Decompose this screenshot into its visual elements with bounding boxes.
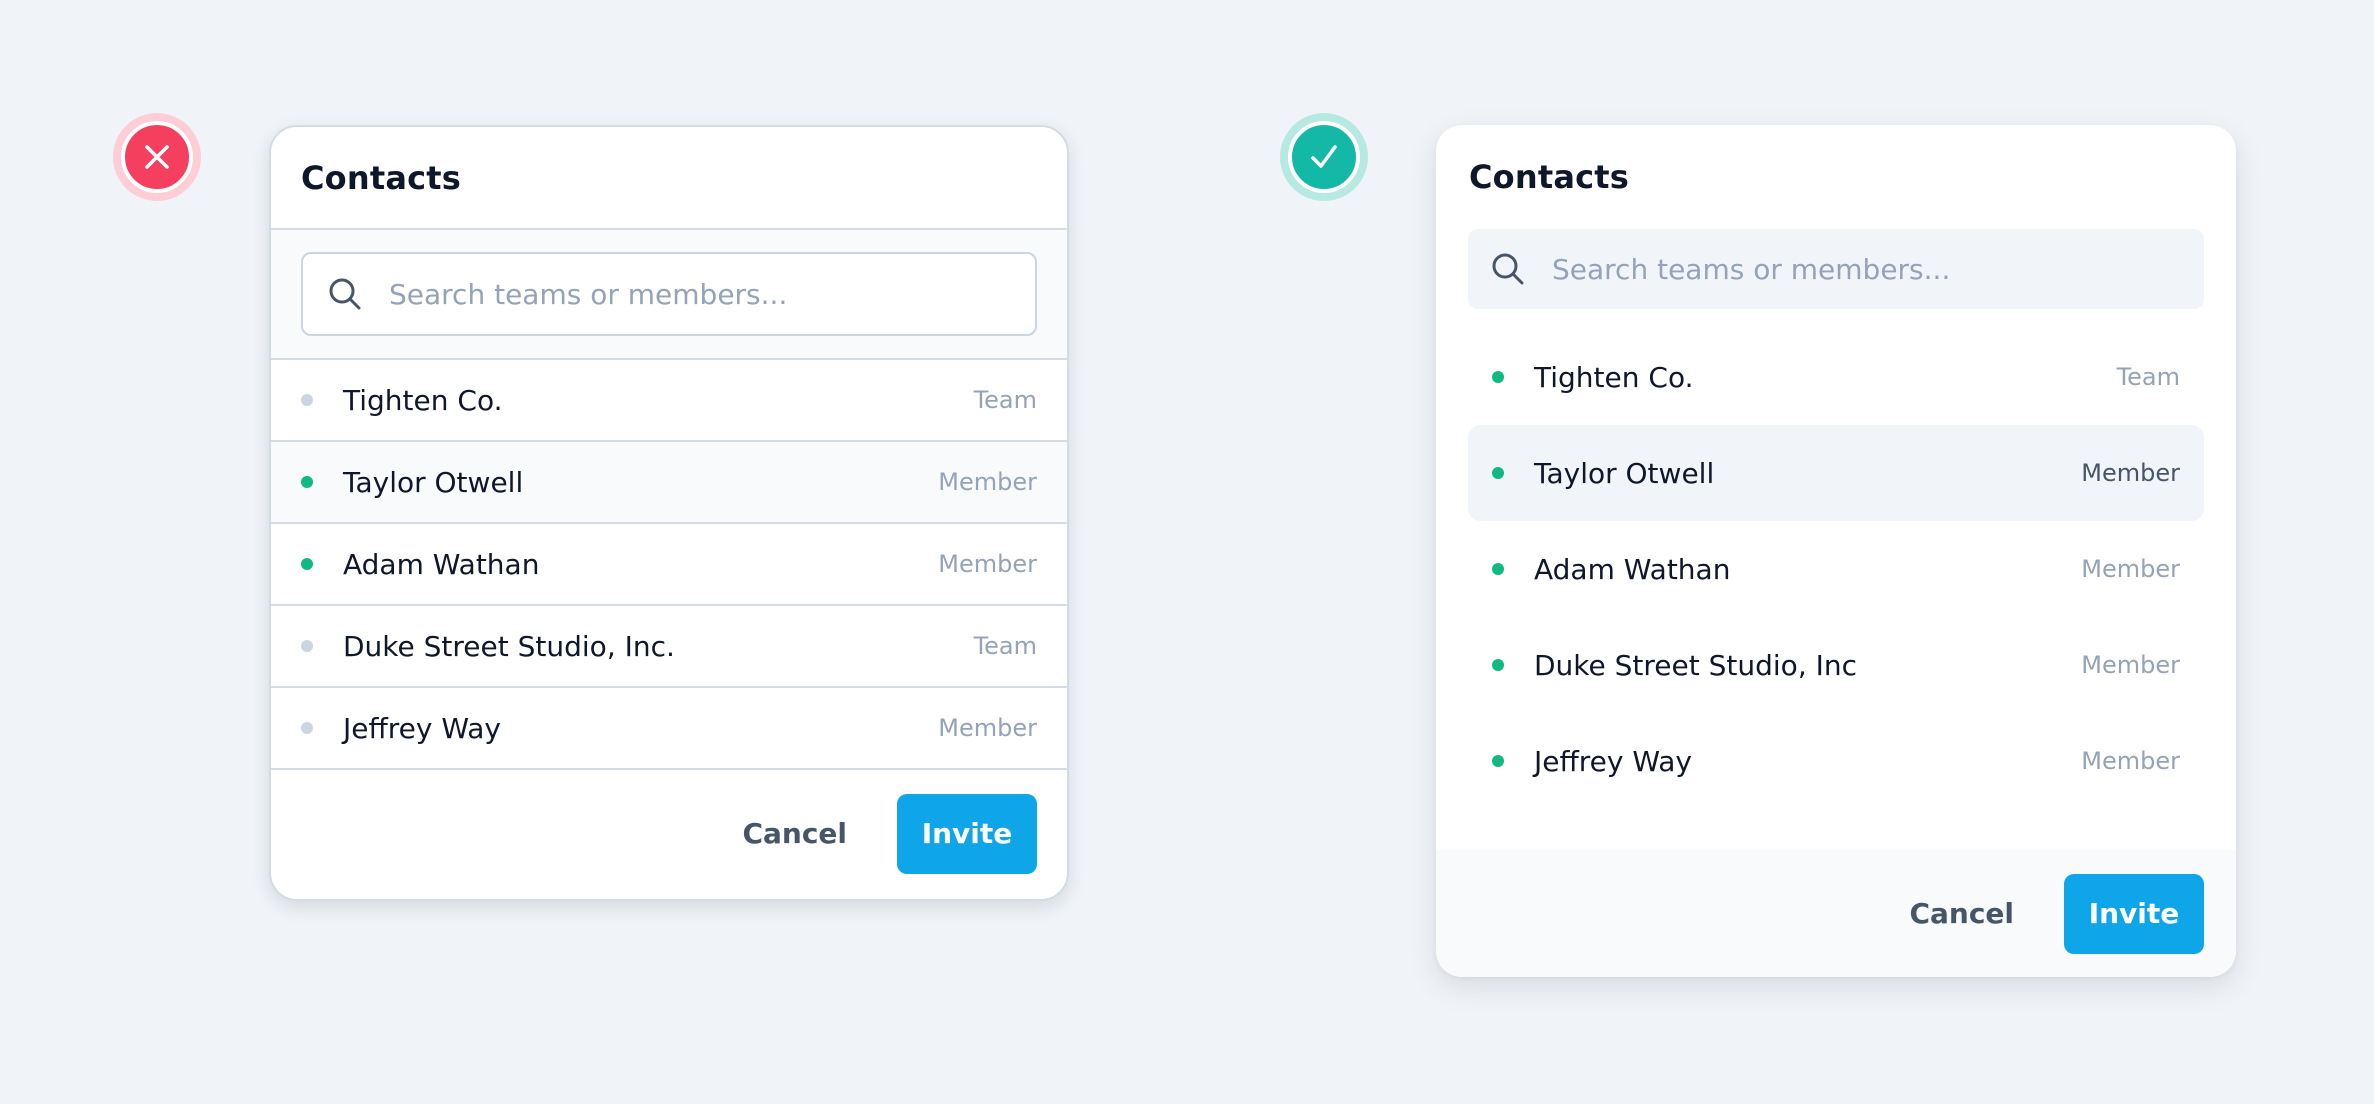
contact-name: Adam Wathan: [1534, 552, 1731, 586]
list-item[interactable]: Tighten Co. Team: [1468, 329, 2204, 425]
status-dot-online: [301, 558, 313, 570]
cancel-button[interactable]: Cancel: [720, 794, 869, 874]
contacts-dialog-good: Contacts Tighten Co. Team Taylor Otwell …: [1436, 125, 2236, 977]
list-item[interactable]: Taylor Otwell Member: [271, 442, 1067, 524]
x-icon: [121, 121, 193, 193]
dialog-title: Contacts: [1469, 158, 1630, 196]
status-dot-online: [1492, 467, 1504, 479]
contact-name: Tighten Co.: [343, 383, 503, 417]
search-icon: [1492, 253, 1524, 285]
search-input[interactable]: [1552, 252, 2112, 286]
contact-name: Tighten Co.: [1534, 360, 1694, 394]
cancel-button[interactable]: Cancel: [1887, 874, 2036, 954]
invite-button[interactable]: Invite: [897, 793, 1037, 874]
list-item[interactable]: Jeffrey Way Member: [271, 688, 1067, 770]
contact-type: Team: [973, 632, 1037, 660]
contact-type: Team: [2116, 363, 2180, 391]
contact-name: Taylor Otwell: [1534, 456, 1715, 490]
list-item[interactable]: Tighten Co. Team: [271, 360, 1067, 442]
contact-name: Duke Street Studio, Inc.: [343, 629, 675, 663]
contact-name: Jeffrey Way: [1534, 744, 1692, 778]
dialog-footer: Cancel Invite: [1436, 850, 2236, 977]
list-item[interactable]: Adam Wathan Member: [271, 524, 1067, 606]
status-dot-offline: [301, 722, 313, 734]
search-icon: [329, 278, 361, 310]
contact-list: Tighten Co. Team Taylor Otwell Member Ad…: [1436, 329, 2236, 809]
contact-list: Tighten Co. Team Taylor Otwell Member Ad…: [271, 360, 1067, 770]
contact-type: Member: [938, 714, 1037, 742]
list-item[interactable]: Duke Street Studio, Inc. Team: [271, 606, 1067, 688]
status-dot-offline: [301, 394, 313, 406]
correct-badge: [1280, 113, 1368, 201]
list-item[interactable]: Adam Wathan Member: [1468, 521, 2204, 617]
dialog-header: Contacts: [1436, 125, 2236, 229]
dialog-title: Contacts: [301, 158, 462, 197]
status-dot-online: [1492, 563, 1504, 575]
status-dot-online: [301, 476, 313, 488]
contact-type: Member: [2081, 555, 2180, 583]
contact-type: Member: [2081, 747, 2180, 775]
search-input[interactable]: [389, 277, 949, 311]
contact-type: Member: [2081, 459, 2180, 487]
check-icon: [1288, 121, 1360, 193]
contact-type: Member: [938, 468, 1037, 496]
contact-name: Adam Wathan: [343, 547, 540, 581]
contact-name: Taylor Otwell: [343, 465, 524, 499]
status-dot-online: [1492, 755, 1504, 767]
contact-type: Member: [938, 550, 1037, 578]
invite-button[interactable]: Invite: [2064, 873, 2204, 954]
search-box[interactable]: [301, 252, 1037, 336]
status-dot-offline: [301, 640, 313, 652]
contact-type: Team: [973, 386, 1037, 414]
list-item[interactable]: Taylor Otwell Member: [1468, 425, 2204, 521]
contact-type: Member: [2081, 651, 2180, 679]
contact-name: Jeffrey Way: [343, 711, 501, 745]
status-dot-online: [1492, 659, 1504, 671]
search-area: [271, 230, 1067, 360]
dialog-footer: Cancel Invite: [271, 770, 1067, 897]
status-dot-online: [1492, 371, 1504, 383]
list-item[interactable]: Duke Street Studio, Inc Member: [1468, 617, 2204, 713]
search-box[interactable]: [1468, 229, 2204, 309]
dialog-header: Contacts: [271, 127, 1067, 230]
incorrect-badge: [113, 113, 201, 201]
contact-name: Duke Street Studio, Inc: [1534, 648, 1858, 682]
contacts-dialog-bad: Contacts Tighten Co. Team Taylor Otwell …: [269, 125, 1069, 901]
list-item[interactable]: Jeffrey Way Member: [1468, 713, 2204, 809]
